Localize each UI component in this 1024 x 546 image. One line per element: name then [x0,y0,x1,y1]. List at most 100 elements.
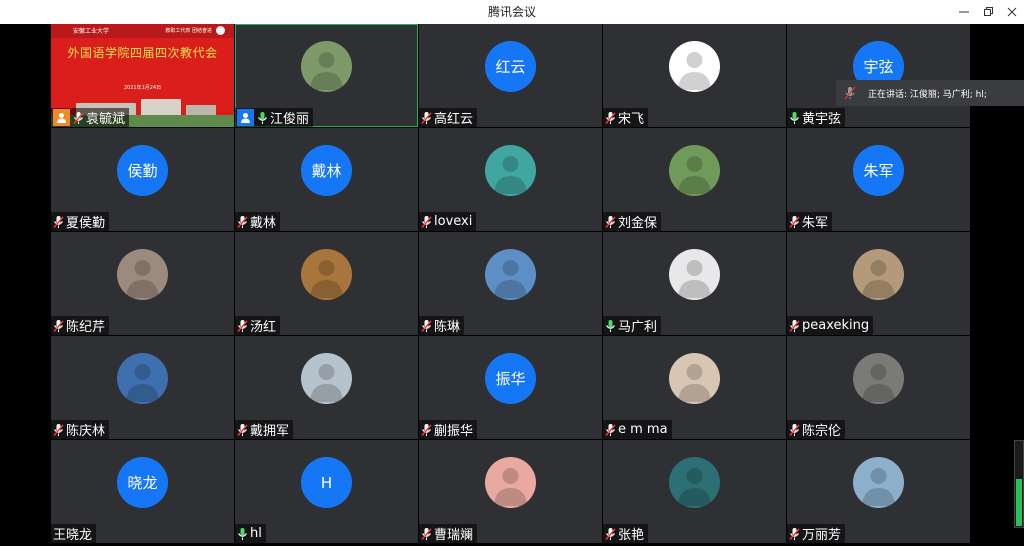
person-silhouette-icon [310,364,343,402]
participant-tile[interactable]: 陈纪芹 [51,232,234,335]
banner-date: 2021年1月24日 [123,85,162,91]
mic-muted-icon [53,423,64,437]
participant-tile[interactable]: 马广利 [603,232,786,335]
participant-tile[interactable]: 江俊丽 [235,24,418,127]
participant-name-tag: 黄宇弦 [787,108,846,127]
avatar-photo [117,249,168,300]
minimize-button[interactable] [951,0,977,24]
mic-muted-icon [605,111,616,125]
participant-name-tag: 宋飞 [603,108,649,127]
participant-tile[interactable]: 刘金保 [603,128,786,231]
participant-tile[interactable]: e m ma [603,336,786,439]
participant-name-tag: 陈宗伦 [787,420,846,439]
participant-name: 马广利 [618,320,658,335]
participant-tile[interactable]: 陈庆林 [51,336,234,439]
participant-grid: 安徽工业大学 教职工代表 团结奋进 外国语学院四届四次教代会 2021年1月24日 袁毓… [51,24,973,546]
avatar-initials: 戴林 [301,145,352,196]
participant-name: 夏侯勤 [66,216,106,231]
participant-tile[interactable]: Hhl [235,440,418,543]
participant-tile[interactable]: 陈琳 [419,232,602,335]
person-silhouette-icon [678,52,711,90]
participant-name: e m ma [618,422,668,437]
avatar-photo [485,145,536,196]
mic-muted-icon [73,111,84,125]
participant-tile[interactable]: 曹瑞斓 [419,440,602,543]
mic-on-icon [237,527,248,541]
person-silhouette-icon [494,468,527,506]
avatar-photo [485,457,536,508]
mic-muted-icon [605,423,616,437]
participant-tile[interactable]: lovexi [419,128,602,231]
participant-name: hl [250,526,262,541]
participant-tile[interactable]: 侯勤 夏侯勤 [51,128,234,231]
participant-tile[interactable]: 陈宗伦 [787,336,970,439]
avatar-photo [669,145,720,196]
participant-tile[interactable]: 晓龙 王晓龙 [51,440,234,543]
mic-muted-icon [421,319,432,333]
participant-name: 陈宗伦 [802,424,842,439]
participant-tile[interactable]: 汤红 [235,232,418,335]
participant-tile[interactable]: 安徽工业大学 教职工代表 团结奋进 外国语学院四届四次教代会 2021年1月24日 袁毓… [51,24,234,127]
mic-muted-icon [789,215,800,229]
avatar-photo [301,41,352,92]
title-bar: 腾讯会议 [0,0,1024,25]
avatar-photo [853,353,904,404]
participant-tile[interactable]: 朱军 朱军 [787,128,970,231]
speaking-mic-icon [844,86,860,100]
participant-name: 袁毓斌 [86,112,126,127]
person-silhouette-icon [494,260,527,298]
audio-level-fill [1016,478,1022,526]
mic-muted-icon [605,215,616,229]
banner-university: 安徽工业大学 [73,28,110,35]
avatar-photo [669,41,720,92]
close-button[interactable] [999,0,1024,24]
mic-muted-icon [421,111,432,125]
participant-name-tag: peaxeking [787,316,874,335]
participant-name-tag: 汤红 [235,316,281,335]
window-title: 腾讯会议 [487,5,536,19]
participant-tile[interactable]: 戴林 戴林 [235,128,418,231]
participant-name-tag: lovexi [419,212,477,231]
speaking-text: 正在讲话: 江俊丽; 马广利; hl; [868,89,987,100]
avatar-photo [669,249,720,300]
participant-name-tag: 蒯振华 [419,420,478,439]
participant-name: 戴林 [250,216,277,231]
participant-name: 陈琳 [434,320,461,335]
host-badge-icon [53,109,70,126]
participant-name: 万丽芳 [802,528,842,543]
participant-tile[interactable]: 振华 蒯振华 [419,336,602,439]
participant-tile[interactable]: 张艳 [603,440,786,543]
person-silhouette-icon [678,156,711,194]
participant-name-tag: 陈庆林 [51,420,110,439]
participant-name: 陈纪芹 [66,320,106,335]
participant-name-tag: hl [235,524,266,543]
restore-button[interactable] [975,0,1001,24]
participant-tile[interactable]: 宋飞 [603,24,786,127]
person-silhouette-icon [862,260,895,298]
participant-name: 汤红 [250,320,277,335]
person-silhouette-icon [678,260,711,298]
participant-name-tag: 陈琳 [419,316,465,335]
speaking-indicator: 正在讲话: 江俊丽; 马广利; hl; [836,80,1024,106]
participant-tile[interactable]: 宇弦 黄宇弦 [787,24,970,127]
participant-name: 曹瑞斓 [434,528,474,543]
mic-muted-icon [53,319,64,333]
participant-tile[interactable]: 万丽芳 [787,440,970,543]
mic-muted-icon [53,215,64,229]
mic-muted-icon [237,423,248,437]
participant-name: 戴拥军 [250,424,290,439]
mic-muted-icon [421,423,432,437]
audio-level-meter [1014,440,1024,528]
participant-name: 江俊丽 [270,112,310,127]
participant-name-tag: 江俊丽 [235,108,314,127]
participant-name: 宋飞 [618,112,645,127]
participant-tile[interactable]: 红云 高红云 [419,24,602,127]
mic-on-icon [605,319,616,333]
participant-name-tag: 戴拥军 [235,420,294,439]
participant-name-tag: 朱军 [787,212,833,231]
participant-tile[interactable]: 戴拥军 [235,336,418,439]
mic-muted-icon [421,215,432,229]
participant-tile[interactable]: peaxeking [787,232,970,335]
mic-muted-icon [789,319,800,333]
participant-name: 黄宇弦 [802,112,842,127]
